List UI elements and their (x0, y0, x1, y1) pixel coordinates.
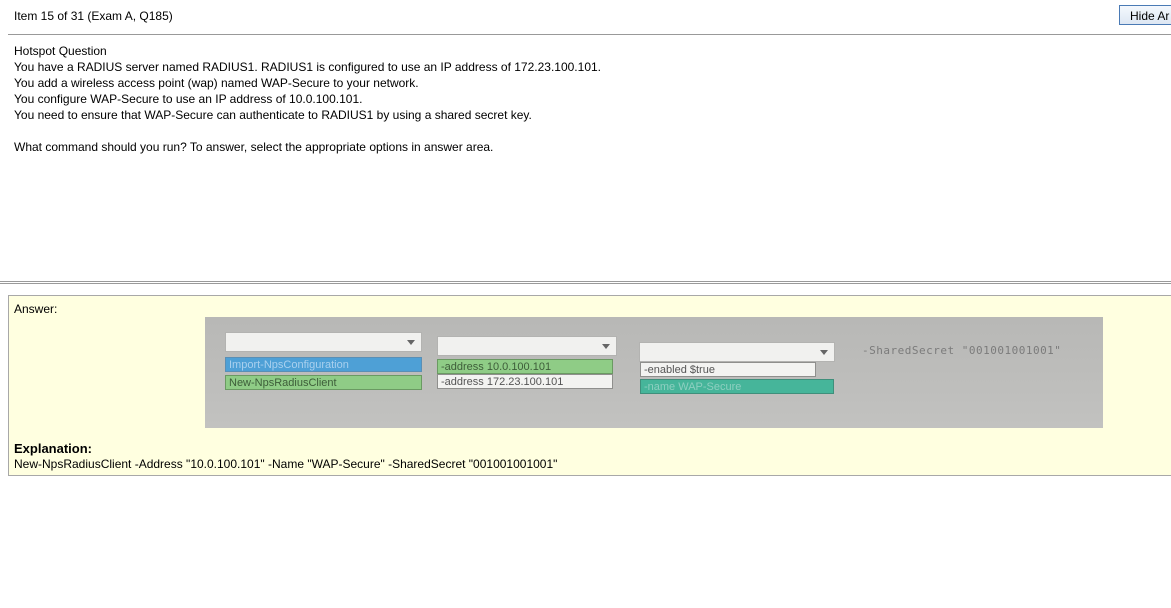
question-line: You have a RADIUS server named RADIUS1. … (14, 60, 601, 74)
dropdown-option: -enabled $true (640, 362, 816, 377)
question-line: You configure WAP-Secure to use an IP ad… (14, 92, 363, 106)
question-line: You need to ensure that WAP-Secure can a… (14, 108, 532, 122)
explanation-text: New-NpsRadiusClient -Address "10.0.100.1… (14, 457, 558, 471)
dropdown-option: Import-NpsConfiguration (225, 357, 422, 372)
answer-label: Answer: (14, 302, 58, 316)
dropdown-option: -address 172.23.100.101 (437, 374, 613, 389)
dropdown-option-selected: New-NpsRadiusClient (225, 375, 422, 390)
question-line: You add a wireless access point (wap) na… (14, 76, 419, 90)
header-divider (8, 34, 1171, 35)
chevron-down-icon (602, 344, 610, 349)
cmdlet-dropdown (225, 332, 422, 352)
parameter-dropdown (639, 342, 835, 362)
shared-secret-text: -SharedSecret "001001001001" (862, 344, 1062, 357)
question-text: Hotspot Question You have a RADIUS serve… (14, 43, 1154, 155)
chevron-down-icon (407, 340, 415, 345)
question-line: Hotspot Question (14, 44, 107, 58)
dropdown-option-selected: -address 10.0.100.101 (437, 359, 613, 374)
answer-area-image: Import-NpsConfiguration New-NpsRadiusCli… (205, 317, 1103, 428)
explanation-label: Explanation: (14, 441, 93, 456)
dropdown-option-selected: -name WAP-Secure (640, 379, 834, 394)
chevron-down-icon (820, 350, 828, 355)
item-title: Item 15 of 31 (Exam A, Q185) (14, 9, 173, 23)
question-prompt: What command should you run? To answer, … (14, 140, 494, 154)
pane-splitter[interactable] (0, 281, 1171, 284)
item-header: Item 15 of 31 (Exam A, Q185) Hide Ar (0, 0, 1171, 34)
hide-answer-button[interactable]: Hide Ar (1119, 5, 1171, 25)
answer-panel: Answer: Import-NpsConfiguration New-NpsR… (8, 295, 1171, 476)
address-dropdown (437, 336, 617, 356)
